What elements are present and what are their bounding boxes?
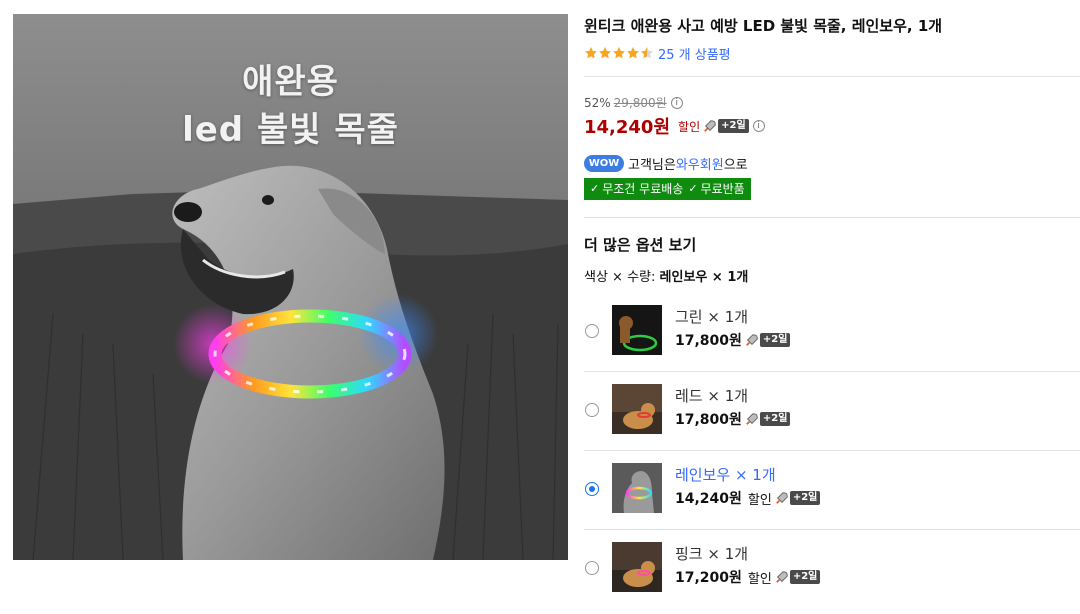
- rocket-icon: [746, 413, 758, 425]
- option-price: 14,240원: [675, 491, 742, 507]
- wow-text-before: 고객님은: [628, 157, 676, 173]
- product-title: 윈티크 애완용 사고 예방 LED 불빛 목줄, 레인보우, 1개: [584, 17, 943, 35]
- option-name: 레인보우 × 1개: [675, 466, 776, 484]
- wow-member-link[interactable]: 와우회원: [676, 154, 724, 173]
- option-radio-selected[interactable]: [585, 482, 599, 496]
- option-summary: 색상 × 수량: 레인보우 × 1개: [584, 266, 748, 285]
- info-icon[interactable]: i: [670, 96, 683, 109]
- option-price: 17,200원: [675, 570, 742, 586]
- option-thumbnail: [612, 305, 662, 355]
- option-sale-label: 할인: [747, 571, 772, 587]
- product-image[interactable]: 애완용 led 불빛 목줄: [13, 14, 568, 560]
- sale-label: 할인: [678, 119, 701, 134]
- photo-caption-line2: led 불빛 목줄: [182, 110, 399, 150]
- free-shipping-label: 무조건 무료배송: [602, 182, 684, 196]
- wow-row: WOW 고객님은 와우회원 으로: [584, 153, 748, 173]
- star-full-icon: [627, 47, 639, 59]
- product-info-panel: 윈티크 애완용 사고 예방 LED 불빛 목줄, 레인보우, 1개 25 개 상…: [584, 0, 1080, 614]
- option-radio[interactable]: [585, 403, 599, 417]
- delivery-badge: +2일: [759, 412, 791, 426]
- option-price: 17,800원: [675, 333, 742, 349]
- rating-row[interactable]: 25 개 상품평: [584, 43, 731, 63]
- option-name: 핑크 × 1개: [675, 545, 749, 563]
- option-item-red[interactable]: 레드 × 1개 17,800원 +2일: [584, 372, 1080, 450]
- option-name: 그린 × 1개: [675, 308, 749, 326]
- star-full-icon: [613, 47, 625, 59]
- option-sale-label: 할인: [747, 492, 772, 508]
- options-heading: 더 많은 옵션 보기: [584, 236, 697, 254]
- option-item-pink[interactable]: 핑크 × 1개 17,200원 할인 +2일: [584, 530, 1080, 608]
- discount-rate: 52%: [584, 95, 611, 110]
- option-thumbnail: [612, 542, 662, 592]
- delivery-badge: +2일: [759, 333, 791, 347]
- star-half-icon: [641, 47, 653, 59]
- option-thumbnail: [612, 384, 662, 434]
- divider: [584, 76, 1080, 77]
- star-full-icon: [585, 47, 597, 59]
- check-icon: ✓: [590, 182, 600, 195]
- option-price: 17,800원: [675, 412, 742, 428]
- rocket-icon: [704, 120, 716, 132]
- option-item-rainbow[interactable]: 레인보우 × 1개 14,240원 할인 +2일: [584, 451, 1080, 529]
- option-radio[interactable]: [585, 324, 599, 338]
- photo-caption-line1: 애완용: [242, 62, 339, 102]
- delivery-badge: +2일: [789, 491, 821, 505]
- star-rating: [584, 46, 654, 60]
- divider: [584, 217, 1080, 218]
- delivery-badge: +2일: [789, 570, 821, 584]
- sale-price: 14,240원: [584, 117, 671, 138]
- option-summary-value: 레인보우 × 1개: [659, 270, 749, 285]
- option-name: 레드 × 1개: [675, 387, 749, 405]
- rocket-icon: [775, 492, 788, 504]
- delivery-badge: +2일: [718, 119, 749, 133]
- option-thumbnail: [612, 463, 662, 513]
- wow-text-after: 으로: [723, 157, 748, 173]
- original-price: 29,800원: [613, 96, 667, 110]
- wow-badge: WOW: [584, 154, 624, 172]
- star-full-icon: [599, 47, 611, 59]
- option-radio[interactable]: [585, 561, 599, 575]
- info-icon[interactable]: i: [752, 120, 765, 132]
- discount-row: 52% 29,800원 i: [584, 94, 683, 111]
- option-item-green[interactable]: 그린 × 1개 17,800원 +2일: [584, 293, 1080, 371]
- rocket-icon: [775, 571, 788, 583]
- review-count-link[interactable]: 25 개 상품평: [658, 44, 731, 63]
- price-row: 14,240원 할인 +2일 i: [584, 113, 765, 139]
- option-summary-label: 색상 × 수량:: [584, 270, 656, 285]
- free-return-label: 무료반품: [700, 182, 745, 196]
- free-shipping-box: ✓ 무조건 무료배송 ✓ 무료반품: [584, 178, 751, 200]
- check-icon: ✓: [688, 182, 698, 195]
- rocket-icon: [746, 334, 758, 346]
